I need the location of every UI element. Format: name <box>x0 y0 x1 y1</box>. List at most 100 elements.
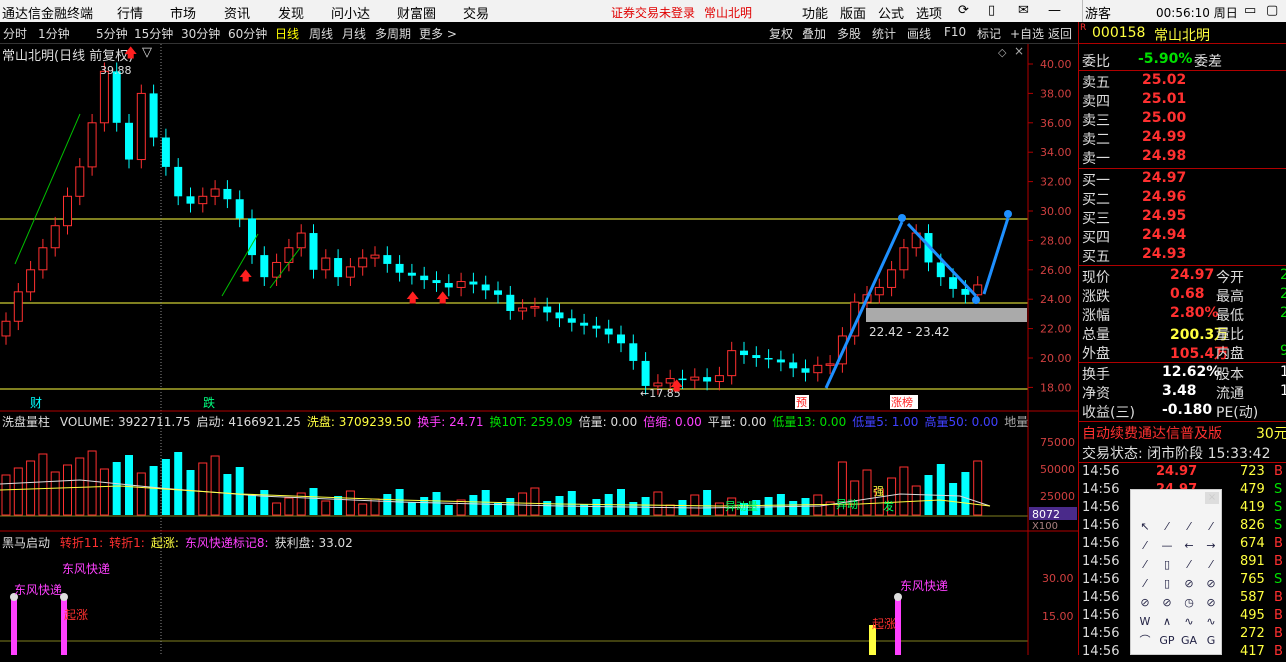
draw-tool-icon[interactable]: ⊘ <box>1181 577 1197 591</box>
candle-body <box>210 188 220 197</box>
draw-tool-icon[interactable]: → <box>1203 539 1219 553</box>
draw-tool-icon[interactable]: GA <box>1181 634 1197 648</box>
menu-item-gongshi[interactable]: 公式 <box>878 3 904 22</box>
draw-tool-icon[interactable]: ∿ <box>1203 615 1219 629</box>
draw-tool-icon[interactable]: ⁄ <box>1203 520 1219 534</box>
lock-icon[interactable]: ▭ <box>1244 3 1256 18</box>
mail-icon[interactable]: ✉ <box>1018 3 1029 18</box>
draw-tool-icon[interactable]: ⁄ <box>1203 558 1219 572</box>
diamond-icon[interactable]: ◇ <box>998 46 1006 59</box>
draw-tool-icon[interactable]: G <box>1203 634 1219 648</box>
bid-label: 买二 <box>1082 192 1110 208</box>
tool-duogu[interactable]: 多股 <box>837 25 861 42</box>
draw-tool-icon[interactable]: GP <box>1159 634 1175 648</box>
draw-tool-icon[interactable]: ⌒ <box>1137 634 1153 648</box>
candle-body <box>887 269 897 288</box>
menu-item-gongneng[interactable]: 功能 <box>802 3 828 22</box>
volume-bar <box>26 460 36 516</box>
volume-bar <box>469 495 478 515</box>
draw-tool-icon[interactable]: ◷ <box>1181 596 1197 610</box>
draw-tool-icon[interactable]: ← <box>1181 539 1197 553</box>
period-tab[interactable]: 多周期 <box>375 25 411 42</box>
draw-tool-icon[interactable]: ⊘ <box>1137 596 1153 610</box>
period-tab[interactable]: 1分钟 <box>38 25 70 42</box>
candle-body <box>296 232 306 249</box>
volume-bar <box>653 491 663 516</box>
menu-item-shichang[interactable]: 市场 <box>170 3 196 22</box>
draw-tool-icon[interactable]: ▯ <box>1159 577 1175 591</box>
chevron-down-icon[interactable]: ▽ <box>142 45 152 60</box>
draw-tool-icon[interactable]: ▯ <box>1159 558 1175 572</box>
signal-bar <box>11 599 17 655</box>
volume-bar <box>506 498 515 515</box>
period-tab[interactable]: 月线 <box>342 25 366 42</box>
draw-tool-icon[interactable]: ⁄ <box>1137 577 1153 591</box>
tick-volume: 419 <box>1240 500 1265 515</box>
draw-tool-icon[interactable]: ⊘ <box>1203 596 1219 610</box>
sync-icon[interactable]: ⟳ <box>958 3 969 18</box>
tool-diejia[interactable]: 叠加 <box>802 25 826 42</box>
draw-tool-icon[interactable]: — <box>1159 539 1175 553</box>
candle-body <box>481 284 490 291</box>
tick-side: S <box>1274 500 1283 515</box>
period-tab[interactable]: 30分钟 <box>181 25 220 42</box>
signal-label: 东风快递 <box>62 562 110 576</box>
tool-huaxian[interactable]: 画线 <box>907 25 931 42</box>
menu-item-jiaoyi[interactable]: 交易 <box>463 3 489 22</box>
tool-add-watchlist[interactable]: +自选 <box>1010 25 1044 42</box>
app-title: 通达信金融终端 <box>2 7 94 22</box>
volume-unit: X100 <box>1032 521 1058 532</box>
candle-body <box>50 225 60 249</box>
menu-item-caifuquan[interactable]: 财富圈 <box>397 3 436 22</box>
window-icon[interactable]: ▢ <box>1266 3 1278 18</box>
volume-indicator-name[interactable]: 洗盘量柱 <box>2 415 50 429</box>
draw-tool-icon[interactable]: ⁄ <box>1181 558 1197 572</box>
draw-tool-icon[interactable]: ∧ <box>1159 615 1175 629</box>
stat-value: 3.48 <box>1162 383 1197 399</box>
draw-tool-icon[interactable]: ⊘ <box>1159 596 1175 610</box>
close-icon[interactable]: × <box>1014 44 1024 58</box>
period-tab-active[interactable]: 日线 <box>275 25 299 42</box>
user-label[interactable]: 游客 <box>1082 0 1154 22</box>
draw-tool-icon[interactable]: ↖ <box>1137 520 1153 534</box>
draw-tool-icon[interactable]: ⁄ <box>1137 539 1153 553</box>
period-tab[interactable]: 5分钟 <box>96 25 128 42</box>
tool-fuquan[interactable]: 复权 <box>769 25 793 42</box>
draw-tool-icon[interactable]: ∿ <box>1181 615 1197 629</box>
login-warning[interactable]: 证券交易未登录 <box>611 4 695 21</box>
draw-tool-icon[interactable]: ⁄ <box>1159 520 1175 534</box>
period-tab[interactable]: 分时 <box>3 25 27 42</box>
period-tab-more[interactable]: 更多 > <box>419 25 457 42</box>
tool-f10[interactable]: F10 <box>944 25 966 39</box>
stat-label: 今开 <box>1216 270 1244 286</box>
menu-item-wenxiaoda[interactable]: 问小达 <box>331 3 370 22</box>
stock-name-link[interactable]: 常山北明 <box>704 4 752 21</box>
draw-tool-icon[interactable]: W <box>1137 615 1153 629</box>
menu-item-zixun[interactable]: 资讯 <box>224 3 250 22</box>
indicator-name[interactable]: 黑马启动 <box>2 536 50 550</box>
drawing-tools-palette[interactable]: × ↖ ⁄ ⁄ ⁄ ⁄ — ← → ⁄ ▯ ⁄ ⁄ ⁄ ▯ ⊘ ⊘ ⊘ ⊘ ◷ ⊘ W ∧ ∿ ∿ ⌒ GP GA G <box>1130 489 1222 655</box>
menu-item-faxian[interactable]: 发现 <box>278 3 304 22</box>
volume-bar <box>75 457 85 516</box>
phone-icon[interactable]: ▯ <box>988 3 995 18</box>
menu-item-hangqing[interactable]: 行情 <box>117 3 143 22</box>
period-tab[interactable]: 15分钟 <box>134 25 173 42</box>
menu-item-banmian[interactable]: 版面 <box>840 3 866 22</box>
draw-tool-icon[interactable]: ⁄ <box>1181 520 1197 534</box>
palette-close-icon[interactable]: × <box>1205 492 1219 504</box>
stock-code: 000158 <box>1092 25 1146 41</box>
tool-biaoji[interactable]: 标记 <box>977 25 1001 42</box>
tick-volume: 479 <box>1240 482 1265 497</box>
period-tab[interactable]: 60分钟 <box>228 25 267 42</box>
tick-time: 14:56 <box>1082 554 1120 569</box>
period-tab[interactable]: 周线 <box>309 25 333 42</box>
kline-chart-area[interactable]: 异动量 异动强发 东风快递东风快递起涨东风快递起涨 22.42 - 23.4239… <box>0 44 1078 655</box>
menu-item-xuanxiang[interactable]: 选项 <box>916 3 942 22</box>
draw-tool-icon[interactable]: ⊘ <box>1203 577 1219 591</box>
tool-back[interactable]: 返回 <box>1048 25 1072 42</box>
minimize-icon[interactable]: — <box>1048 3 1061 18</box>
buy-arrow-icon: 🡅 <box>406 291 419 306</box>
stat-label: 最低 <box>1216 308 1244 324</box>
draw-tool-icon[interactable]: ⁄ <box>1137 558 1153 572</box>
tool-tongji[interactable]: 统计 <box>872 25 896 42</box>
